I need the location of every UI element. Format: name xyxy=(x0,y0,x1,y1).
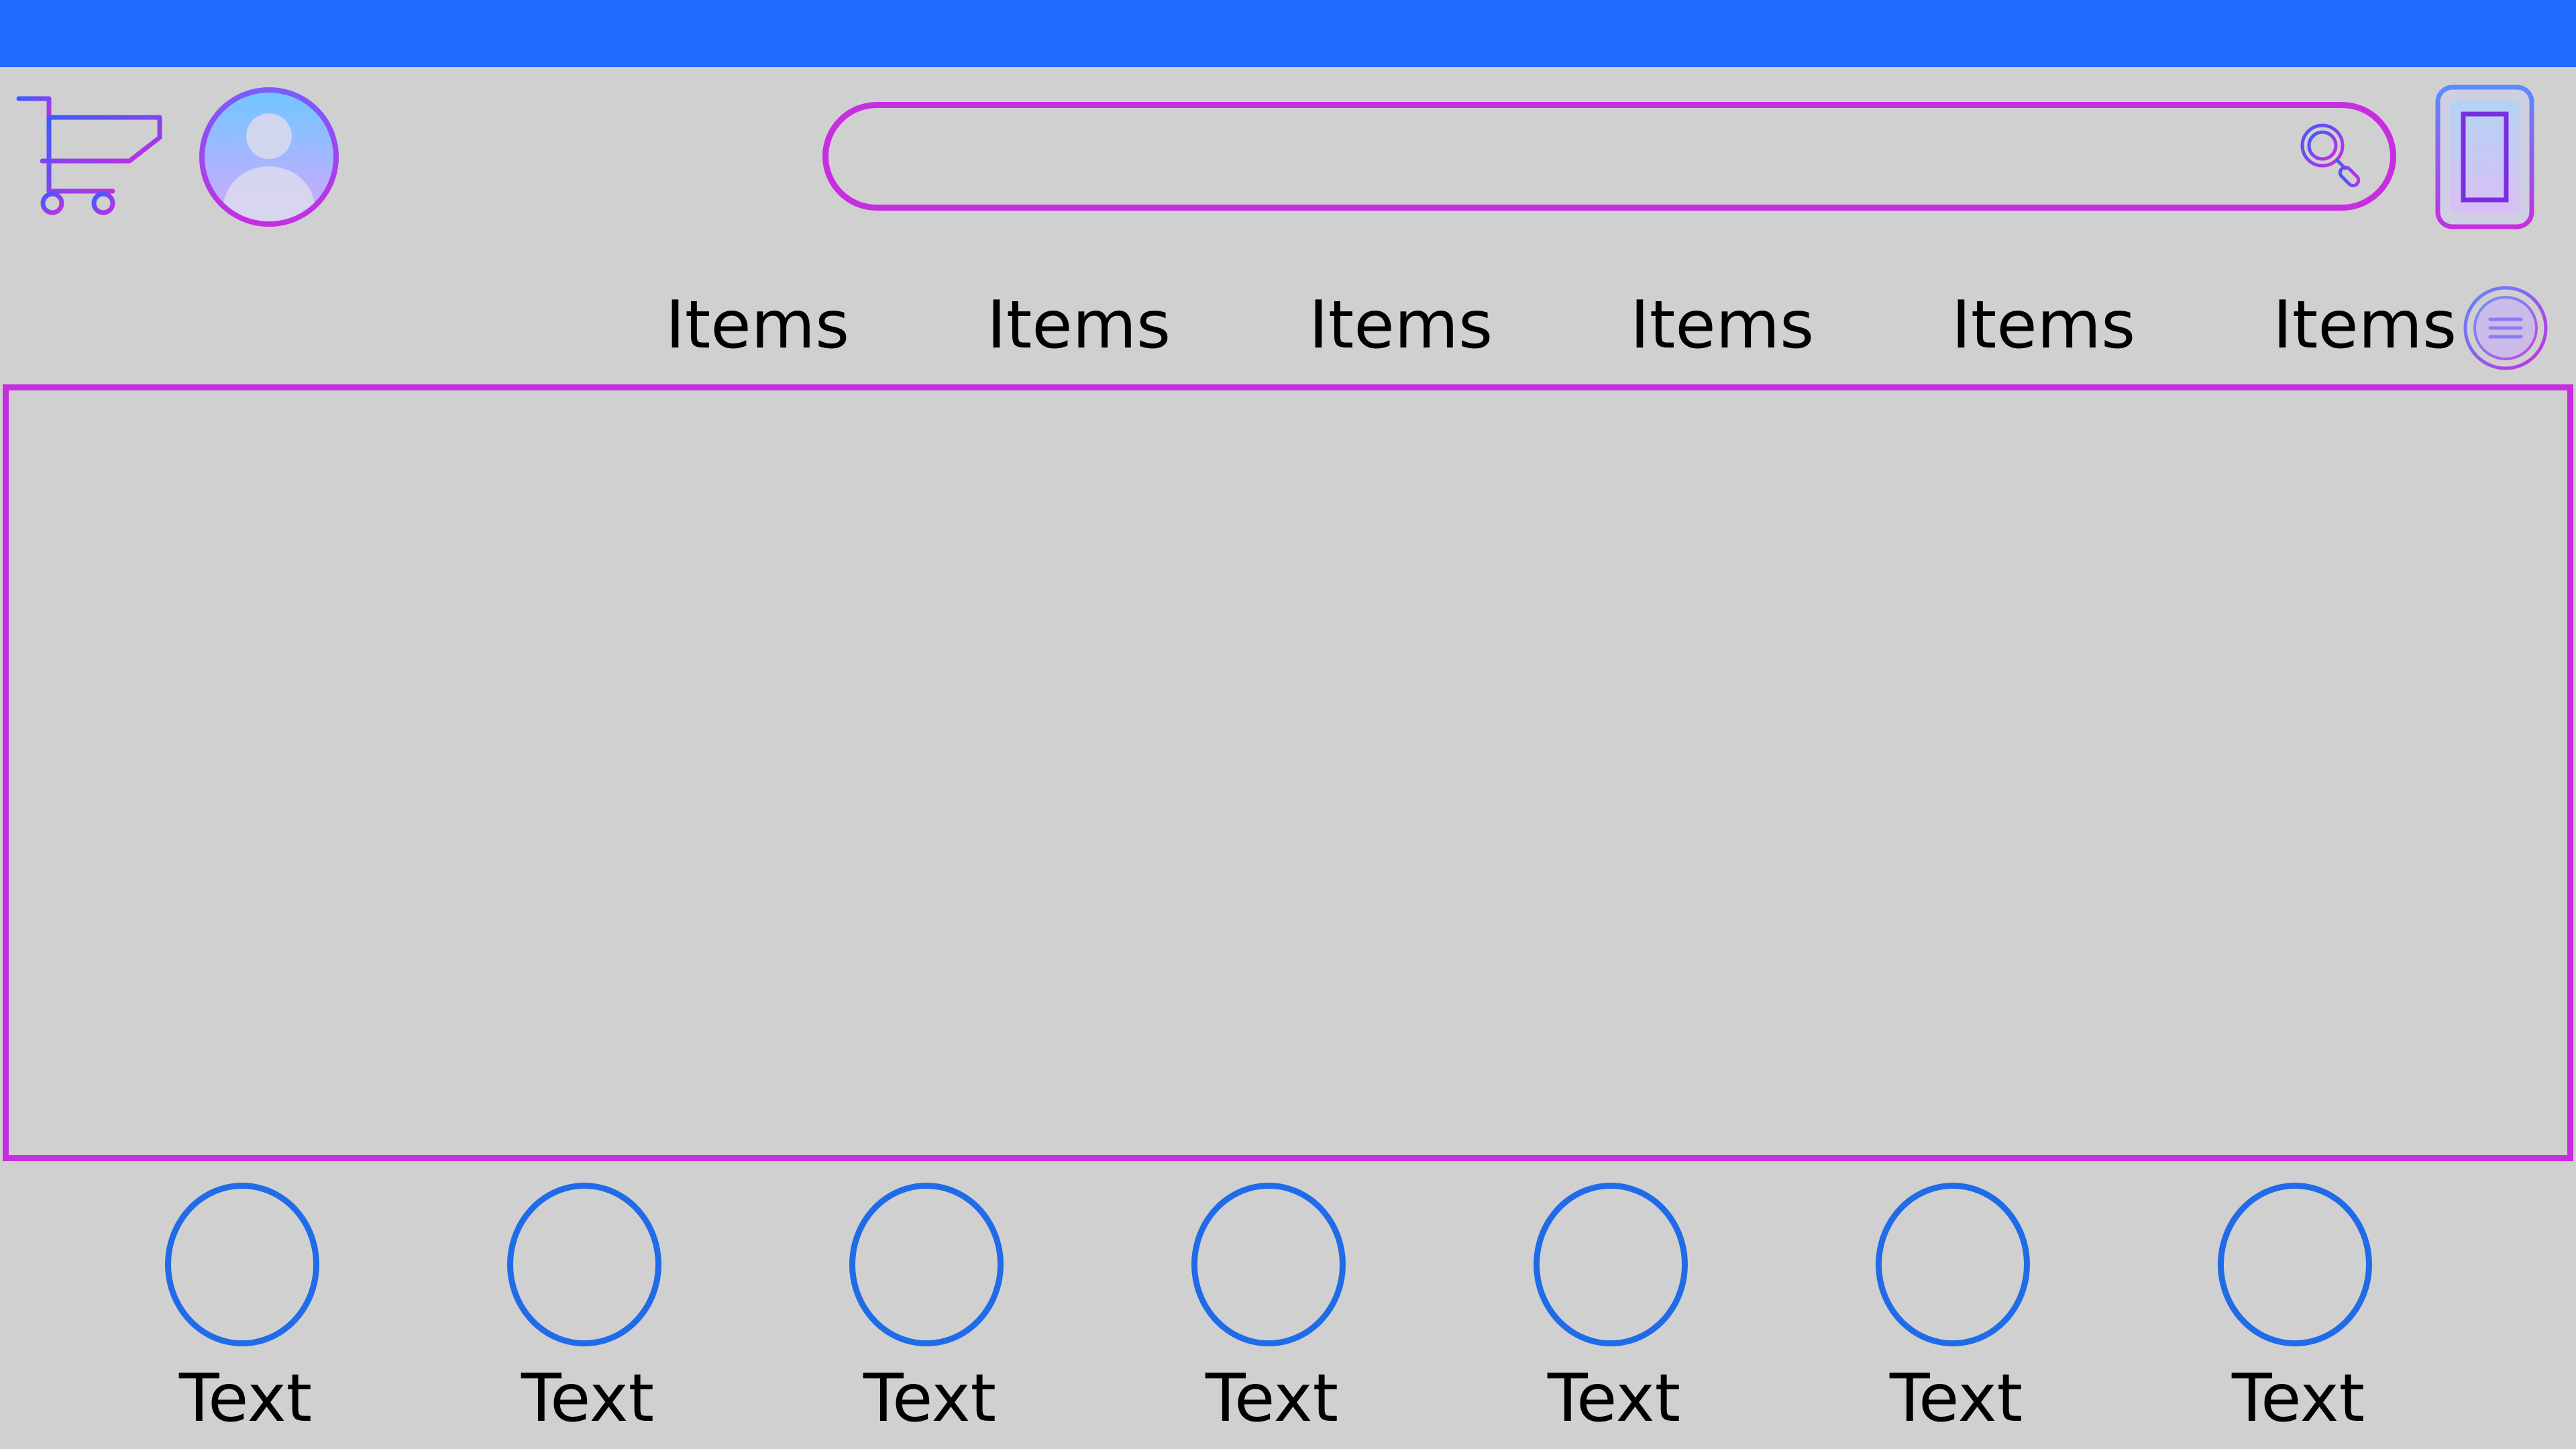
category-icon[interactable] xyxy=(849,1183,1004,1346)
nav-item[interactable]: Items xyxy=(987,282,1171,369)
nav-item[interactable]: Items xyxy=(665,282,849,369)
top-bar xyxy=(0,0,2576,67)
category-label: Text xyxy=(521,1360,655,1437)
category-icon[interactable] xyxy=(1876,1183,2030,1346)
category-label: Text xyxy=(1547,1360,1681,1437)
category-label: Text xyxy=(1205,1360,1339,1437)
nav-item[interactable]: Items xyxy=(1951,282,2135,369)
nav-item[interactable]: Items xyxy=(2273,282,2457,369)
search-icon[interactable] xyxy=(2294,117,2373,197)
category-icon[interactable] xyxy=(1534,1183,1688,1346)
hero-banner[interactable] xyxy=(3,384,2573,1161)
category-label: Text xyxy=(863,1360,997,1437)
nav-bar: Items Items Items Items Items Items xyxy=(0,282,2576,369)
category-label: Text xyxy=(1889,1360,2023,1437)
nav-item[interactable]: Items xyxy=(1309,282,1493,369)
category-icon[interactable] xyxy=(2218,1183,2372,1346)
category-icon[interactable] xyxy=(507,1183,661,1346)
nav-item[interactable]: Items xyxy=(1630,282,1814,369)
category-label: Text xyxy=(178,1360,313,1437)
menu-icon[interactable] xyxy=(2462,284,2549,372)
category-icon[interactable] xyxy=(165,1183,319,1346)
phone-icon[interactable] xyxy=(2434,83,2536,231)
category-label: Text xyxy=(2231,1360,2365,1437)
cart-icon[interactable] xyxy=(12,91,166,221)
category-icon[interactable] xyxy=(1191,1183,1346,1346)
search-input[interactable] xyxy=(822,102,2396,211)
avatar[interactable] xyxy=(196,84,342,230)
